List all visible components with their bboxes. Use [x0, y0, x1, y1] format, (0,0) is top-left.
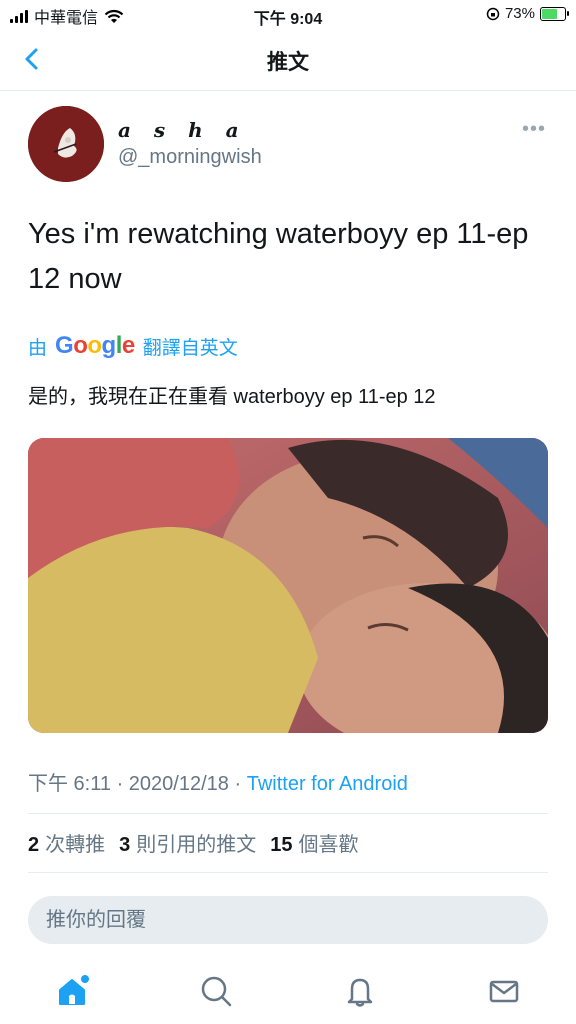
- quotes-stat[interactable]: 3 則引用的推文: [119, 828, 256, 857]
- mail-icon: [489, 980, 519, 1003]
- battery-icon: [540, 6, 569, 21]
- bell-icon: [347, 978, 373, 1007]
- tweet-image[interactable]: [28, 438, 548, 733]
- tab-notifications[interactable]: [330, 961, 390, 1021]
- translate-suffix: 翻譯自英文: [142, 337, 238, 359]
- divider: [28, 872, 548, 873]
- retweets-label: 次轉推: [45, 834, 106, 856]
- user-handle[interactable]: @_morningwish: [118, 146, 262, 169]
- status-right: 73%: [486, 5, 569, 22]
- battery-percent: 73%: [504, 5, 535, 22]
- retweets-stat[interactable]: 2 次轉推: [28, 828, 105, 857]
- translated-text: 是的，我現在正在重看 waterboyy ep 11-ep 12: [28, 386, 436, 408]
- avatar-image: [28, 106, 104, 182]
- search-icon: [201, 976, 232, 1007]
- battery-fill: [542, 8, 557, 19]
- nav-header: 推文: [0, 30, 576, 91]
- more-options-icon[interactable]: •••: [522, 118, 546, 141]
- likes-stat[interactable]: 15 個喜歡: [270, 828, 358, 857]
- tab-search[interactable]: [186, 961, 246, 1021]
- translate-attribution[interactable]: 由 Google 翻譯自英文: [28, 332, 238, 360]
- tweet-time: 下午 6:11: [28, 773, 111, 795]
- tab-messages[interactable]: [474, 961, 534, 1021]
- avatar[interactable]: [28, 106, 104, 182]
- photo-content: [28, 438, 548, 733]
- likes-count: 15: [270, 834, 293, 856]
- page-title: 推文: [267, 51, 309, 74]
- tweet-source-link[interactable]: Twitter for Android: [247, 773, 408, 795]
- reply-box[interactable]: [28, 896, 548, 944]
- translate-prefix: 由: [28, 337, 48, 359]
- tweet-date: 2020/12/18: [128, 773, 229, 795]
- likes-label: 個喜歡: [298, 834, 359, 856]
- reply-input[interactable]: [28, 896, 526, 944]
- tweet-text: Yes i'm rewatching waterboyy ep 11-ep 12…: [28, 218, 529, 295]
- home-icon: [59, 975, 89, 1005]
- meta-separator: ·: [234, 773, 242, 795]
- quotes-label: 則引用的推文: [136, 834, 257, 856]
- tweet-stats: 2 次轉推 3 則引用的推文 15 個喜歡: [28, 828, 359, 857]
- google-logo: Google: [55, 332, 135, 359]
- display-name[interactable]: a s h a: [118, 118, 247, 142]
- rotation-lock-icon: [486, 7, 500, 20]
- tab-home[interactable]: [42, 961, 102, 1021]
- tweet-meta: 下午 6:11 · 2020/12/18 · Twitter for Andro…: [28, 767, 408, 796]
- status-bar: 中華電信 下午 9:04 73%: [0, 0, 576, 30]
- quotes-count: 3: [119, 834, 131, 856]
- retweets-count: 2: [28, 834, 40, 856]
- tab-bar: [0, 958, 576, 1024]
- divider: [28, 813, 548, 814]
- meta-separator: ·: [116, 773, 124, 795]
